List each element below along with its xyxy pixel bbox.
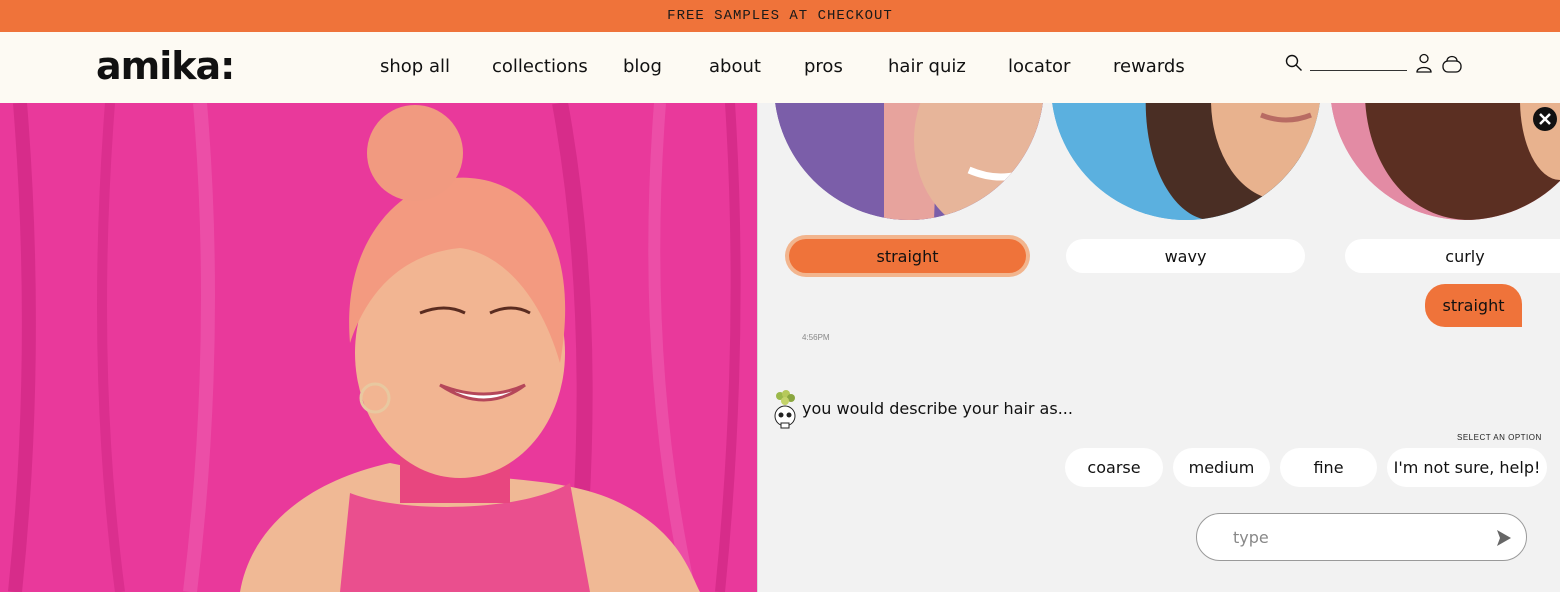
amika-logo[interactable]: amika: [96, 46, 235, 86]
user-reply-bubble: straight [1425, 284, 1522, 327]
nav-about[interactable]: about [709, 56, 761, 78]
nav-locator[interactable]: locator [1008, 56, 1070, 78]
hero-image [0, 103, 757, 592]
search-input-underline[interactable] [1310, 70, 1407, 71]
select-option-hint: SELECT AN OPTION [1457, 433, 1542, 442]
nav-collections[interactable]: collections [492, 56, 588, 78]
search-icon[interactable] [1285, 54, 1303, 72]
hair-type-curly[interactable]: curly [1345, 239, 1560, 273]
quick-reply-fine[interactable]: fine [1280, 448, 1377, 487]
wavy-hair-photo[interactable] [1051, 103, 1321, 220]
curly-hair-photo[interactable] [1330, 103, 1560, 220]
nav-shop-all[interactable]: shop all [380, 56, 450, 78]
promo-bar: FREE SAMPLES AT CHECKOUT [0, 0, 1560, 32]
quiz-chat-panel: straight wavy curly straight 4:56PM you … [757, 103, 1560, 592]
bag-icon[interactable] [1441, 52, 1463, 74]
user-icon[interactable] [1415, 53, 1433, 73]
close-icon[interactable] [1532, 106, 1558, 132]
chat-input-box[interactable] [1196, 513, 1527, 561]
straight-hair-photo[interactable] [774, 103, 1044, 220]
send-icon[interactable] [1495, 528, 1513, 548]
skull-avatar-icon [774, 390, 796, 429]
nav-pros[interactable]: pros [804, 56, 843, 78]
hair-type-straight[interactable]: straight [789, 239, 1026, 273]
site-header: amika: shop all collections blog about p… [0, 32, 1560, 103]
nav-hair-quiz[interactable]: hair quiz [888, 56, 966, 78]
hair-type-wavy[interactable]: wavy [1066, 239, 1305, 273]
wavy-hair-illustration [1051, 103, 1321, 220]
straight-hair-illustration [774, 103, 1044, 220]
quick-reply-not-sure[interactable]: I'm not sure, help! [1387, 448, 1547, 487]
hero-illustration [0, 103, 757, 592]
curly-hair-illustration [1330, 103, 1560, 220]
quick-reply-coarse[interactable]: coarse [1065, 448, 1163, 487]
bot-message: you would describe your hair as... [802, 399, 1073, 418]
promo-text: FREE SAMPLES AT CHECKOUT [667, 8, 893, 24]
message-timestamp: 4:56PM [802, 333, 830, 342]
nav-rewards[interactable]: rewards [1113, 56, 1185, 78]
nav-blog[interactable]: blog [623, 56, 662, 78]
quick-reply-medium[interactable]: medium [1173, 448, 1270, 487]
chat-input[interactable] [1233, 526, 1483, 548]
